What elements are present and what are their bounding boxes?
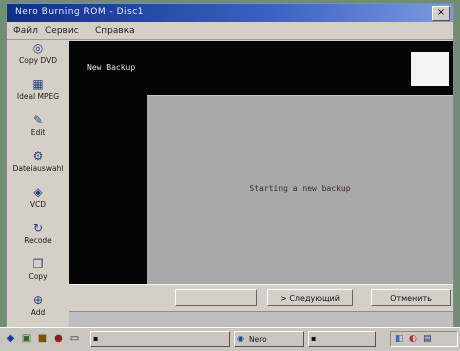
sidebar-item-label: VCD xyxy=(29,200,47,209)
sidebar-item-add[interactable]: ⊕ Add xyxy=(9,293,67,329)
wizard-title: New Backup xyxy=(87,63,136,72)
copy-icon: ❐ xyxy=(32,257,44,271)
system-tray: ◧ ◐ ▤ xyxy=(390,331,458,347)
terminal-icon[interactable]: ▭ xyxy=(68,332,81,345)
sidebar-item-options[interactable]: ⚙ Dateiauswahl xyxy=(9,149,67,185)
sidebar-item-label: Add xyxy=(30,308,46,317)
desktop-icon[interactable]: ▣ xyxy=(20,332,33,345)
window-icon: ▪ xyxy=(311,334,317,343)
sidebar-item-label: Recode xyxy=(24,236,52,245)
title-bar[interactable]: Nero Burning ROM - Disc1 × xyxy=(7,4,453,22)
close-button[interactable]: × xyxy=(432,6,450,21)
sidebar-item-label: Copy xyxy=(28,272,48,281)
wizard-button-bar: > Следующий Отменить xyxy=(69,284,453,311)
nero-icon: ◉ xyxy=(237,334,244,343)
taskbar-task[interactable]: ▪ xyxy=(308,331,376,347)
sidebar-item-edit[interactable]: ✎ Edit xyxy=(9,113,67,149)
gear-icon: ⚙ xyxy=(32,149,44,163)
window-title: Nero Burning ROM - Disc1 xyxy=(15,7,144,17)
sidebar-item-copy[interactable]: ❐ Copy xyxy=(9,257,67,293)
sidebar-item-label: Edit xyxy=(30,128,46,137)
sidebar-item-copy-dvd[interactable]: ◎ Copy DVD xyxy=(9,41,67,77)
menu-help[interactable]: Справка xyxy=(95,26,135,36)
taskbar-task[interactable]: ▪ xyxy=(90,331,230,347)
volume-icon[interactable]: ◐ xyxy=(409,334,417,344)
sidebar-item-recode[interactable]: ↻ Recode xyxy=(9,221,67,257)
edit-icon: ✎ xyxy=(32,113,44,127)
menu-tools[interactable]: Сервис xyxy=(45,26,79,36)
task-label: Nero xyxy=(249,335,267,344)
taskbar: ◆ ▣ ■ ● ▭ ▪ ◉ Nero ▪ ◧ ◐ ▤ xyxy=(0,327,460,351)
display-icon[interactable]: ▤ xyxy=(423,334,432,344)
browser-icon[interactable]: ● xyxy=(52,332,65,345)
wizard-content: Starting a new backup xyxy=(147,95,453,285)
status-text: Starting a new backup xyxy=(249,184,351,193)
film-icon: ▦ xyxy=(32,77,44,91)
sidebar-item-ideal-mpeg[interactable]: ▦ Ideal MPEG xyxy=(9,77,67,113)
menu-bar: Файл Сервис Справка xyxy=(7,23,453,40)
menu-file[interactable]: Файл xyxy=(13,26,38,36)
add-icon: ⊕ xyxy=(32,293,44,307)
folder-icon[interactable]: ■ xyxy=(36,332,49,345)
sidebar-item-label: Dateiauswahl xyxy=(12,164,64,173)
cancel-button[interactable]: Отменить xyxy=(371,289,451,306)
network-icon[interactable]: ◧ xyxy=(395,334,404,344)
sidebar: ◎ Copy DVD ▦ Ideal MPEG ✎ Edit ⚙ Dateiau… xyxy=(9,41,67,329)
start-icon[interactable]: ◆ xyxy=(4,332,17,345)
back-button[interactable] xyxy=(175,289,257,306)
main-window: Nero Burning ROM - Disc1 × Файл Сервис С… xyxy=(6,3,454,343)
sidebar-item-vcd[interactable]: ◈ VCD xyxy=(9,185,67,221)
sidebar-item-label: Ideal MPEG xyxy=(16,92,60,101)
recode-icon: ↻ xyxy=(32,221,44,235)
disc-icon: ◎ xyxy=(32,41,44,55)
taskbar-task-active[interactable]: ◉ Nero xyxy=(234,331,304,347)
window-icon: ▪ xyxy=(93,334,99,343)
vcd-icon: ◈ xyxy=(33,185,43,199)
wizard-panel: New Backup Starting a new backup xyxy=(69,41,453,285)
next-button[interactable]: > Следующий xyxy=(267,289,353,306)
logo xyxy=(411,52,449,86)
sidebar-item-label: Copy DVD xyxy=(19,56,57,65)
